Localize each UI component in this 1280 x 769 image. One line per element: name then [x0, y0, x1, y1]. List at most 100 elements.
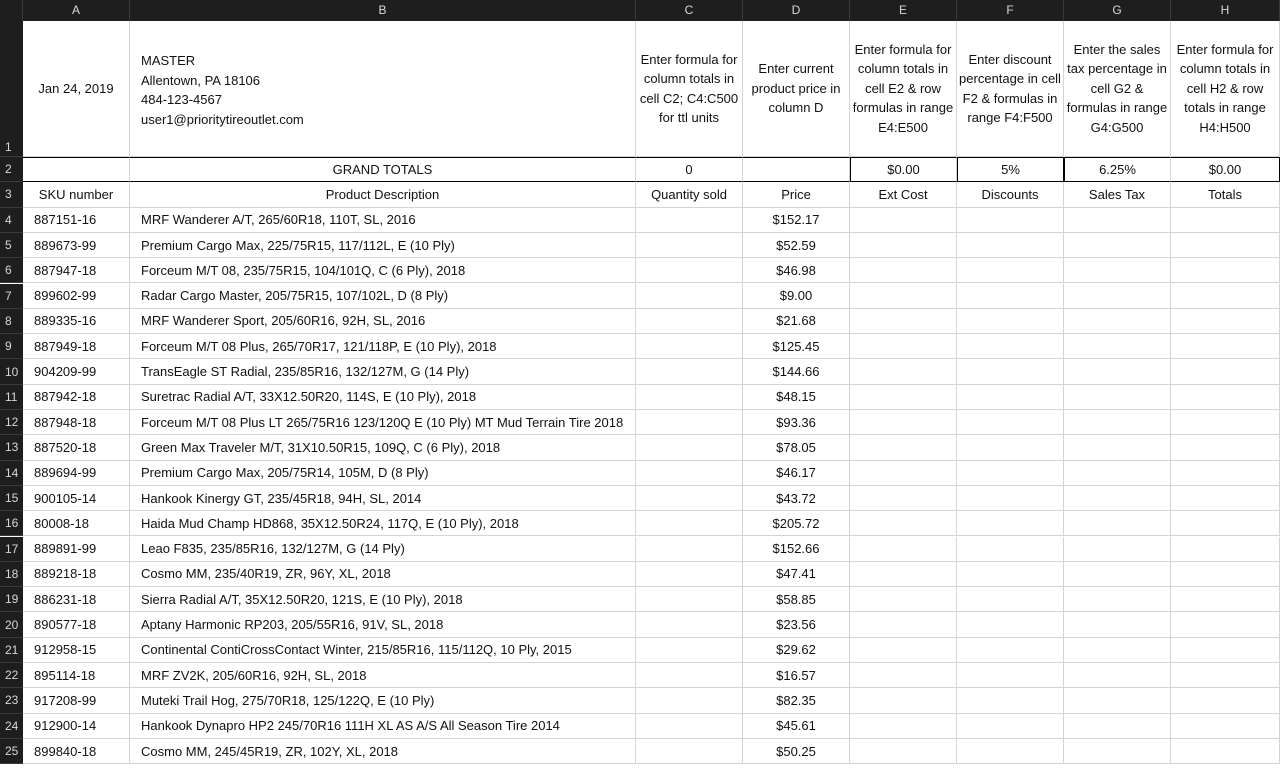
product-description-cell[interactable]: Forceum M/T 08 Plus, 265/70R17, 121/118P…: [130, 334, 636, 360]
grand-totals-a[interactable]: [23, 157, 130, 183]
price-cell[interactable]: $152.17: [743, 207, 850, 233]
sku-cell[interactable]: 899602-99: [23, 283, 130, 309]
column-header-a[interactable]: A: [23, 0, 130, 21]
row-header-5[interactable]: 5: [0, 232, 23, 259]
sales-tax-cell[interactable]: [1064, 207, 1171, 233]
quantity-cell[interactable]: [636, 258, 743, 284]
sales-tax-cell[interactable]: [1064, 536, 1171, 562]
total-cell[interactable]: [1171, 637, 1280, 663]
sales-tax-cell[interactable]: [1064, 561, 1171, 588]
quantity-cell[interactable]: [636, 435, 743, 461]
total-cell[interactable]: [1171, 738, 1280, 765]
sku-cell[interactable]: 889891-99: [23, 536, 130, 562]
row-header-3[interactable]: 3: [0, 182, 23, 208]
sku-cell[interactable]: 887520-18: [23, 435, 130, 461]
discount-cell[interactable]: [957, 713, 1064, 739]
discount-cell[interactable]: [957, 258, 1064, 284]
quantity-cell[interactable]: [636, 460, 743, 486]
sku-cell[interactable]: 900105-14: [23, 485, 130, 512]
product-description-cell[interactable]: Sierra Radial A/T, 35X12.50R20, 121S, E …: [130, 587, 636, 613]
ext-cost-cell[interactable]: [850, 308, 957, 335]
quantity-cell[interactable]: [636, 561, 743, 588]
sku-cell[interactable]: 889335-16: [23, 308, 130, 335]
row-header-21[interactable]: 21: [0, 637, 23, 663]
sales-tax-cell[interactable]: [1064, 637, 1171, 663]
sales-tax-cell[interactable]: [1064, 738, 1171, 765]
sku-cell[interactable]: 887151-16: [23, 207, 130, 233]
sku-cell[interactable]: 912900-14: [23, 713, 130, 739]
product-description-cell[interactable]: Radar Cargo Master, 205/75R15, 107/102L,…: [130, 283, 636, 309]
product-description-cell[interactable]: Suretrac Radial A/T, 33X12.50R20, 114S, …: [130, 384, 636, 410]
ext-cost-cell[interactable]: [850, 511, 957, 537]
row-header-18[interactable]: 18: [0, 561, 23, 588]
quantity-cell[interactable]: [636, 738, 743, 765]
ext-cost-cell[interactable]: [850, 207, 957, 233]
discount-cell[interactable]: [957, 511, 1064, 537]
total-cell[interactable]: [1171, 561, 1280, 588]
sku-cell[interactable]: 887949-18: [23, 334, 130, 360]
total-cell[interactable]: [1171, 511, 1280, 537]
price-cell[interactable]: $16.57: [743, 663, 850, 689]
discount-cell[interactable]: [957, 460, 1064, 486]
sales-tax-cell[interactable]: [1064, 308, 1171, 335]
sku-cell[interactable]: 899840-18: [23, 738, 130, 765]
ext-cost-cell[interactable]: [850, 232, 957, 259]
quantity-cell[interactable]: [636, 713, 743, 739]
row-header-9[interactable]: 9: [0, 334, 23, 360]
ext-cost-cell[interactable]: [850, 258, 957, 284]
product-description-cell[interactable]: Forceum M/T 08, 235/75R15, 104/101Q, C (…: [130, 258, 636, 284]
discount-cell[interactable]: [957, 561, 1064, 588]
grand-totals-label[interactable]: GRAND TOTALS: [130, 157, 636, 183]
total-cell[interactable]: [1171, 334, 1280, 360]
product-description-cell[interactable]: Cosmo MM, 245/45R19, ZR, 102Y, XL, 2018: [130, 738, 636, 765]
product-description-cell[interactable]: Continental ContiCrossContact Winter, 21…: [130, 637, 636, 663]
ext-cost-cell[interactable]: [850, 384, 957, 410]
row-header-23[interactable]: 23: [0, 688, 23, 714]
discount-cell[interactable]: [957, 688, 1064, 714]
total-cell[interactable]: [1171, 485, 1280, 512]
product-description-cell[interactable]: MRF Wanderer A/T, 265/60R18, 110T, SL, 2…: [130, 207, 636, 233]
sales-tax-cell[interactable]: [1064, 283, 1171, 309]
sku-cell[interactable]: 80008-18: [23, 511, 130, 537]
discount-cell[interactable]: [957, 612, 1064, 638]
total-cell[interactable]: [1171, 663, 1280, 689]
quantity-cell[interactable]: [636, 384, 743, 410]
ext-cost-cell[interactable]: [850, 688, 957, 714]
sku-cell[interactable]: 890577-18: [23, 612, 130, 638]
total-cell[interactable]: [1171, 713, 1280, 739]
column-header-b[interactable]: B: [130, 0, 636, 21]
column-title-7[interactable]: Totals: [1171, 182, 1280, 208]
price-cell[interactable]: $29.62: [743, 637, 850, 663]
discount-cell[interactable]: [957, 308, 1064, 335]
product-description-cell[interactable]: MRF Wanderer Sport, 205/60R16, 92H, SL, …: [130, 308, 636, 335]
sku-cell[interactable]: 886231-18: [23, 587, 130, 613]
ext-cost-cell[interactable]: [850, 663, 957, 689]
quantity-cell[interactable]: [636, 612, 743, 638]
total-cell[interactable]: [1171, 435, 1280, 461]
sales-tax-cell[interactable]: [1064, 258, 1171, 284]
column-title-0[interactable]: SKU number: [23, 182, 130, 208]
ext-cost-cell[interactable]: [850, 334, 957, 360]
column-header-h[interactable]: H: [1171, 0, 1280, 21]
total-cell[interactable]: [1171, 460, 1280, 486]
sku-cell[interactable]: 887948-18: [23, 410, 130, 436]
price-cell[interactable]: $93.36: [743, 410, 850, 436]
ext-cost-cell[interactable]: [850, 561, 957, 588]
total-cell[interactable]: [1171, 359, 1280, 385]
sales-tax-cell[interactable]: [1064, 410, 1171, 436]
price-cell[interactable]: $144.66: [743, 359, 850, 385]
sku-cell[interactable]: 889673-99: [23, 232, 130, 259]
product-description-cell[interactable]: Hankook Kinergy GT, 235/45R18, 94H, SL, …: [130, 485, 636, 512]
discount-percentage[interactable]: 5%: [957, 157, 1064, 183]
quantity-cell[interactable]: [636, 283, 743, 309]
ext-cost-cell[interactable]: [850, 738, 957, 765]
sku-cell[interactable]: 889218-18: [23, 561, 130, 588]
grand-total-quantity[interactable]: 0: [636, 157, 743, 183]
column-title-3[interactable]: Price: [743, 182, 850, 208]
discount-cell[interactable]: [957, 283, 1064, 309]
total-cell[interactable]: [1171, 612, 1280, 638]
price-cell[interactable]: $45.61: [743, 713, 850, 739]
total-cell[interactable]: [1171, 410, 1280, 436]
price-cell[interactable]: $82.35: [743, 688, 850, 714]
total-cell[interactable]: [1171, 384, 1280, 410]
